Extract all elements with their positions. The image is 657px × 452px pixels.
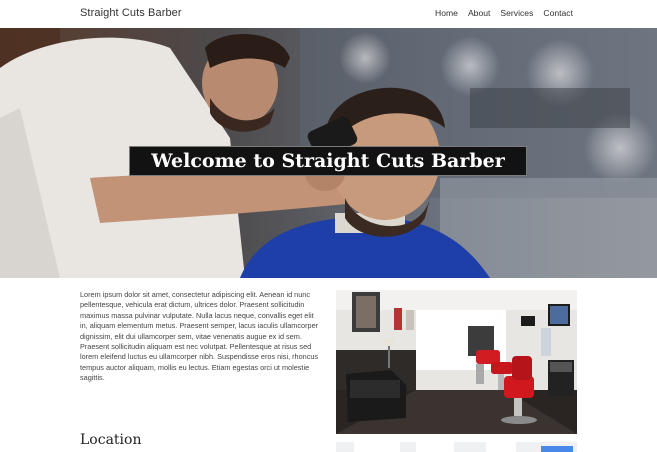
map-preview[interactable] xyxy=(336,442,577,452)
hero-banner: Welcome to Straight Cuts Barber xyxy=(0,28,657,278)
map-button[interactable] xyxy=(541,446,573,452)
nav-home-link[interactable]: Home xyxy=(435,8,458,18)
location-heading: Location xyxy=(80,432,142,448)
hero-title: Welcome to Straight Cuts Barber xyxy=(129,146,527,176)
brand-link[interactable]: Straight Cuts Barber xyxy=(80,7,182,19)
nav-services-link[interactable]: Services xyxy=(500,8,533,18)
shop-interior-photo xyxy=(336,290,577,434)
about-text: Lorem ipsum dolor sit amet, consectetur … xyxy=(80,290,319,383)
navbar: Straight Cuts Barber Home About Services… xyxy=(0,0,657,28)
main-nav: Home About Services Contact xyxy=(435,8,573,18)
nav-contact-link[interactable]: Contact xyxy=(543,8,573,18)
nav-about-link[interactable]: About xyxy=(468,8,490,18)
